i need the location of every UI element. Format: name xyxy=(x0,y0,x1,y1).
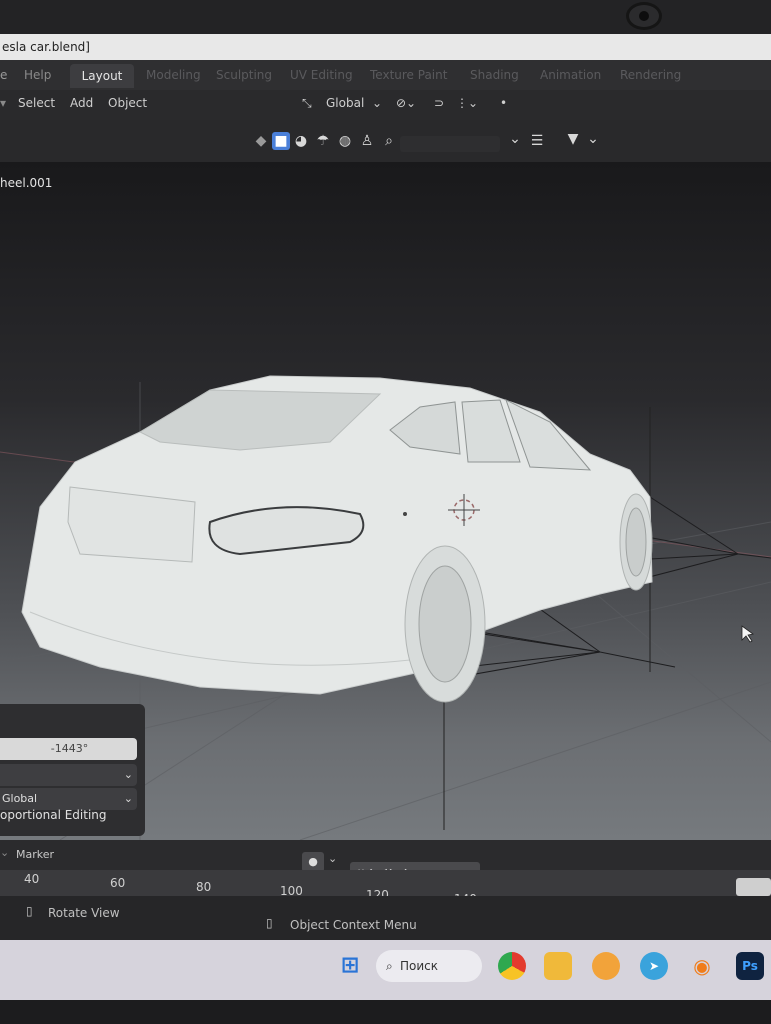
outliner-search-field[interactable] xyxy=(400,136,500,152)
mouse-right-icon: ▯ xyxy=(266,916,273,930)
chevron-down-icon: ⌄ xyxy=(123,768,133,781)
timeline-ruler[interactable]: 40 60 80 100 120 140 160 180 200 xyxy=(0,870,771,920)
chevron-down-icon[interactable]: ⌄ xyxy=(506,130,524,148)
mouse-left-icon: ▯ xyxy=(26,904,33,918)
ruler-tick: 60 xyxy=(110,876,126,890)
orientation-dropdown[interactable]: Global ⌄ xyxy=(0,788,137,810)
orientation-dropdown[interactable]: Global xyxy=(326,96,364,110)
proportional-editing-checkbox-label[interactable]: oportional Editing xyxy=(0,808,107,822)
wheel-empty-line xyxy=(469,631,601,653)
filter-icon[interactable]: ▼ xyxy=(564,130,582,148)
front-wheel-rim xyxy=(625,507,647,577)
window-title: esla car.blend] xyxy=(2,40,90,54)
rendered-shading-icon[interactable]: ◍ xyxy=(336,132,354,150)
menu-object[interactable]: Object xyxy=(108,96,147,110)
overlay-icon[interactable]: ♙ xyxy=(358,132,376,150)
search-icon: ⌕ xyxy=(386,959,393,973)
yandex-browser-icon[interactable] xyxy=(592,952,620,980)
windows-start-icon[interactable]: ⊞ xyxy=(336,952,364,980)
chrome-icon[interactable] xyxy=(498,952,526,980)
proportional-editing-icon[interactable]: • xyxy=(500,96,507,110)
ruler-tick: 80 xyxy=(196,880,212,894)
wheel-empty-line xyxy=(599,651,676,668)
tab-uv-editing[interactable]: UV Editing xyxy=(290,68,353,82)
monitor-bezel-top xyxy=(0,0,771,34)
chevron-down-icon[interactable]: ⌄ xyxy=(328,852,337,865)
rear-wheel-rim xyxy=(418,565,472,683)
frame-end-field[interactable] xyxy=(736,878,771,896)
snap-icon[interactable]: ⊃ xyxy=(434,96,444,110)
monitor-bezel-bottom xyxy=(0,1000,771,1024)
viewport-toolbar: ◆ ■ ◕ ☂ ◍ ♙ ⌕ ⌄ ☰ ▼ ⌄ xyxy=(0,120,771,162)
search-label: Поиск xyxy=(400,959,439,973)
status-bar: ▯ Rotate View ▯ Object Context Menu xyxy=(0,896,771,940)
telegram-icon[interactable]: ➤ xyxy=(640,952,668,980)
photoshop-icon[interactable]: Ps xyxy=(736,952,764,980)
chevron-down-icon[interactable]: ⌄ xyxy=(584,130,602,148)
tab-animation[interactable]: Animation xyxy=(540,68,601,82)
ruler-tick: 40 xyxy=(24,872,40,886)
tab-modeling[interactable]: Modeling xyxy=(146,68,201,82)
record-button[interactable]: ● xyxy=(302,852,324,872)
chevron-down-icon: ⌄ xyxy=(123,792,133,805)
axis-dropdown[interactable]: ⌄ xyxy=(0,764,137,786)
origin-point xyxy=(403,512,407,516)
windows-taskbar: ⊞ ⌕ Поиск ➤ ◉ Ps xyxy=(0,940,771,1000)
pivot-point-icon[interactable]: ⊘⌄ xyxy=(396,96,416,110)
chevron-down-icon[interactable]: ⌄ xyxy=(0,846,9,859)
menu-marker[interactable]: Marker xyxy=(16,848,54,861)
tab-texture-paint[interactable]: Texture Paint xyxy=(370,68,447,82)
status-rotate-view: Rotate View xyxy=(48,906,120,920)
select-box-icon[interactable]: ■ xyxy=(272,132,290,150)
webcam xyxy=(626,2,662,30)
menu-select[interactable]: Select xyxy=(18,96,55,110)
search-icon[interactable]: ⌕ xyxy=(380,132,398,150)
grid-line xyxy=(299,681,771,840)
xray-icon[interactable]: ◆ xyxy=(252,132,270,150)
tab-layout[interactable]: Layout xyxy=(70,64,134,88)
tab-sculpting[interactable]: Sculpting xyxy=(216,68,272,82)
blender-icon[interactable]: ◉ xyxy=(688,952,716,980)
orientation-label: Global xyxy=(2,792,38,805)
tab-shading[interactable]: Shading xyxy=(470,68,519,82)
menu-file-partial[interactable]: e xyxy=(0,68,7,82)
material-preview-icon[interactable]: ☂ xyxy=(314,132,332,150)
orientation-gizmo-icon[interactable]: ⤡ xyxy=(302,96,312,111)
taskbar-search[interactable]: ⌕ Поиск xyxy=(376,950,482,982)
editor-type-partial[interactable]: ▾ xyxy=(0,96,6,110)
solid-shading-icon[interactable]: ◕ xyxy=(292,132,310,150)
tab-rendering[interactable]: Rendering xyxy=(620,68,681,82)
viewport-header: ▾ Select Add Object ⤡ Global ⌄ ⊘⌄ ⊃ ⋮⌄ • xyxy=(0,90,771,120)
status-context-menu: Object Context Menu xyxy=(290,918,417,932)
operator-redo-panel: -1443° ⌄ Global ⌄ oportional Editing xyxy=(0,704,145,836)
menu-help[interactable]: Help xyxy=(24,68,51,82)
chevron-down-icon[interactable]: ⌄ xyxy=(372,96,382,110)
top-menubar: e Help Layout Modeling Sculpting UV Edit… xyxy=(0,60,771,90)
filter-list-icon[interactable]: ☰ xyxy=(528,132,546,150)
snap-target-icon[interactable]: ⋮⌄ xyxy=(456,96,478,110)
angle-field[interactable]: -1443° xyxy=(0,738,137,760)
file-explorer-icon[interactable] xyxy=(544,952,572,980)
menu-add[interactable]: Add xyxy=(70,96,93,110)
timeline-header: ⌄ Marker ● ⌄ ⏮◆◀▶◆⏭ xyxy=(0,840,771,884)
mouse-pointer-icon xyxy=(741,625,754,643)
window-titlebar: esla car.blend] xyxy=(0,34,771,60)
